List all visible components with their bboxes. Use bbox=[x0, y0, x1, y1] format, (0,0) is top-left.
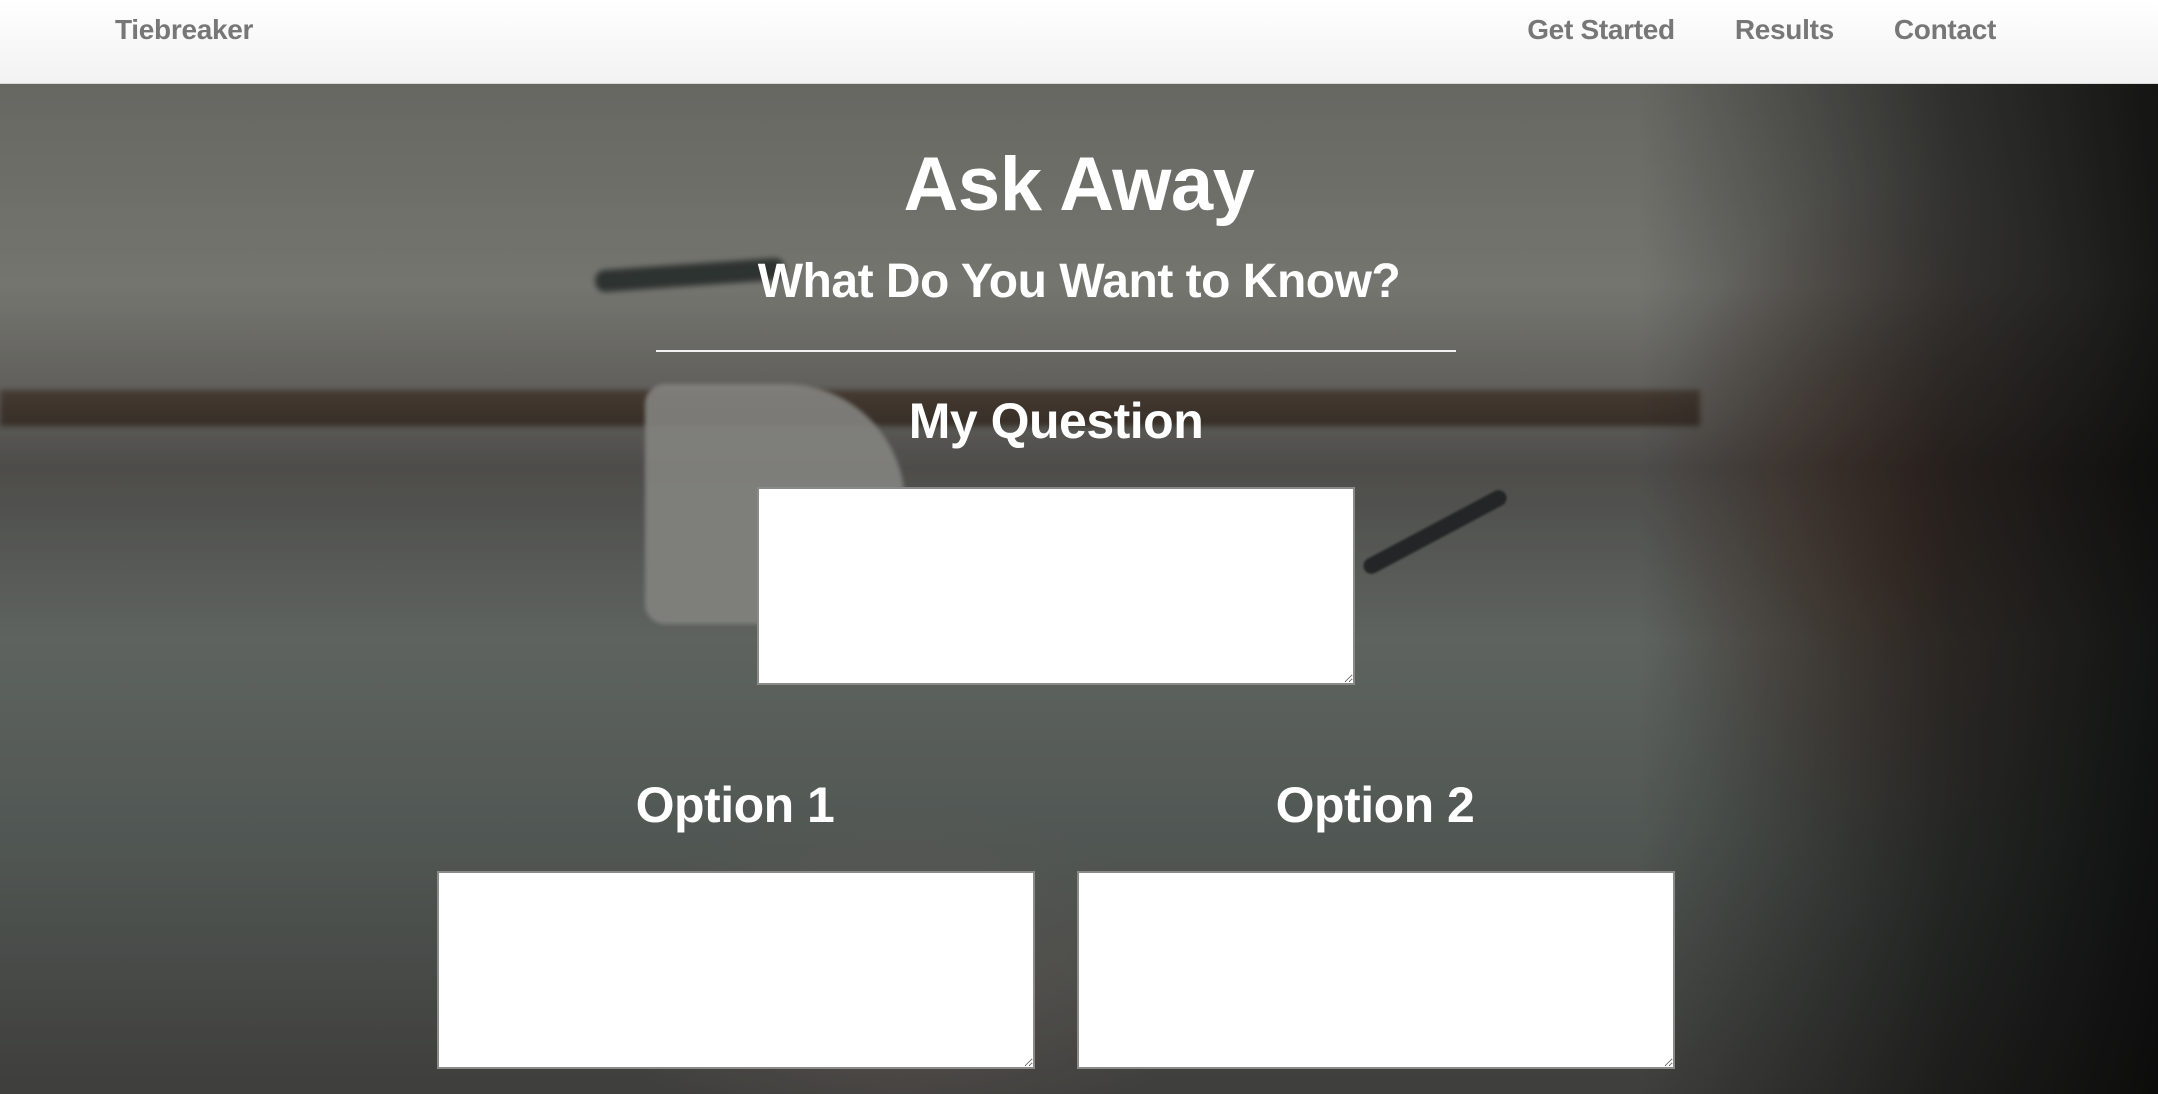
question-label: My Question bbox=[908, 393, 1204, 449]
nav-contact[interactable]: Contact bbox=[1894, 14, 1996, 46]
nav-links: Get Started Results Contact bbox=[1527, 14, 1996, 46]
divider bbox=[656, 350, 1456, 352]
top-navbar: Tiebreaker Get Started Results Contact bbox=[0, 0, 2158, 84]
option-1-textarea[interactable] bbox=[437, 871, 1035, 1069]
option-2-textarea[interactable] bbox=[1077, 871, 1675, 1069]
brand-link[interactable]: Tiebreaker bbox=[115, 14, 253, 46]
question-textarea[interactable] bbox=[757, 487, 1355, 685]
page-title: Ask Away bbox=[903, 142, 1255, 227]
nav-get-started[interactable]: Get Started bbox=[1527, 14, 1675, 46]
option-1-label: Option 1 bbox=[635, 777, 835, 833]
nav-results[interactable]: Results bbox=[1735, 14, 1834, 46]
option-2-label: Option 2 bbox=[1275, 777, 1475, 833]
page-subtitle: What Do You Want to Know? bbox=[757, 255, 1401, 308]
question-form: Ask Away What Do You Want to Know? My Qu… bbox=[0, 84, 2158, 1094]
